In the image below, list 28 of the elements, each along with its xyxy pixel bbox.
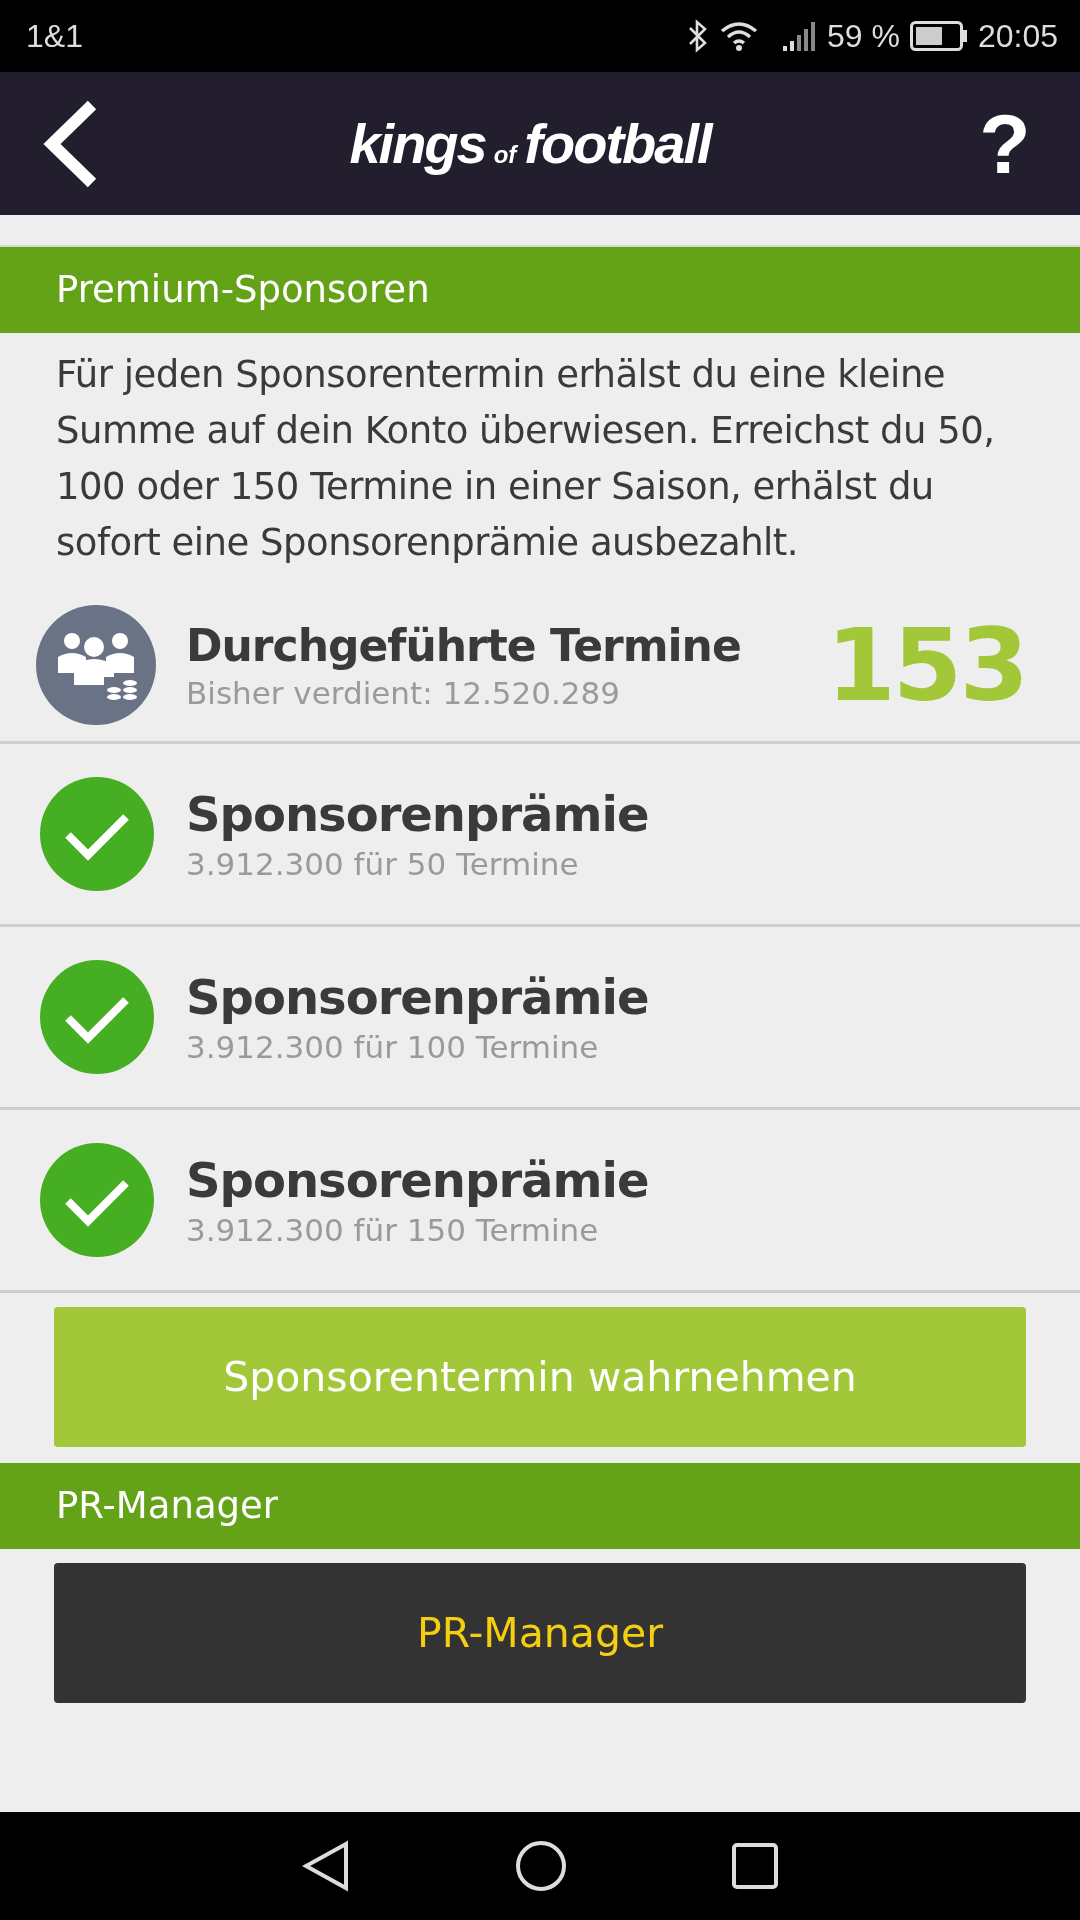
stat-value: 153 [826,606,1026,724]
logo-text: football [524,111,711,176]
clock-time: 20:05 [977,17,1058,55]
section-title: PR-Manager [56,1484,279,1527]
award-subtitle: 3.912.300 für 50 Termine [186,846,580,882]
wifi-icon [719,20,759,52]
bluetooth-icon [687,19,709,53]
carrier-name: 1&1 [26,17,83,55]
back-nav-button[interactable] [302,1840,351,1892]
stat-subtitle: Bisher verdient: 12.520.289 [186,674,621,711]
recents-nav-button[interactable] [731,1843,778,1889]
section-title: Premium-Sponsoren [56,268,430,311]
help-button[interactable]: ? [960,101,1050,186]
home-nav-button[interactable] [515,1840,567,1892]
signal-icon [781,20,817,52]
action-button[interactable]: PR-Manager [54,1563,1026,1703]
award-subtitle: 3.912.300 für 100 Termine [186,1029,600,1065]
award-subtitle: 3.912.300 für 150 Termine [186,1212,600,1248]
battery-percent: 59 % [827,17,900,55]
logo-text: of [493,141,517,169]
stat-title: Durchgeführte Termine [186,619,742,671]
description-text: Für jeden Sponsorentermin erhälst du eine kleine Summe auf dein Konto überwiesen. Erreichst du 50, 100 oder 150 Termine in einer Saison, erhälst du sofort eine Sponsorenprämie ausbezahlt. [55,352,996,566]
battery-icon [909,21,968,51]
award-title: Sponsorenprämie [186,1152,649,1208]
sponsors-icon [36,605,156,725]
award-title: Sponsorenprämie [186,969,649,1025]
logo-text: kings [349,111,486,176]
award-title: Sponsorenprämie [186,786,649,842]
